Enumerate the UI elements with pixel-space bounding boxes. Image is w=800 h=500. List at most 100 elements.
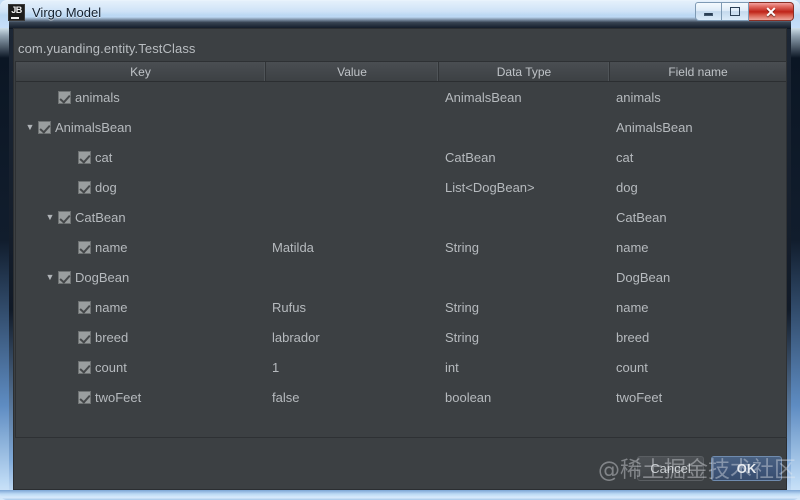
cell-key: count — [16, 352, 266, 382]
cell-field-name[interactable]: cat — [610, 142, 786, 172]
key-label: AnimalsBean — [55, 119, 132, 135]
key-label: name — [95, 239, 128, 255]
table-row[interactable]: name Matilda String name — [16, 232, 786, 262]
titlebar-title-group: JB Virgo Model — [8, 4, 101, 21]
row-checkbox[interactable] — [58, 90, 71, 104]
cell-value[interactable]: 1 — [266, 352, 439, 382]
maximize-button[interactable] — [722, 2, 749, 21]
row-checkbox[interactable] — [78, 330, 91, 344]
application-window: JB Virgo Model ✕ com.yuanding.entity.Tes… — [0, 0, 800, 500]
table-row[interactable]: animals AnimalsBean animals — [16, 82, 786, 112]
cell-data-type[interactable]: int — [439, 352, 610, 382]
key-label: twoFeet — [95, 389, 142, 405]
maximize-icon — [730, 7, 740, 16]
class-name-label: com.yuanding.entity.TestClass — [18, 41, 196, 56]
table-row[interactable]: breed labrador String breed — [16, 322, 786, 352]
close-button[interactable]: ✕ — [749, 2, 794, 21]
cell-key: twoFeet — [16, 382, 266, 412]
tree-expand-triangle-icon[interactable]: ▼ — [42, 212, 58, 222]
cell-value[interactable]: Rufus — [266, 292, 439, 322]
cell-value[interactable] — [266, 112, 439, 142]
key-label: breed — [95, 329, 129, 345]
cell-key: ▼ AnimalsBean — [16, 112, 266, 142]
cell-key: dog — [16, 172, 266, 202]
table-row[interactable]: cat CatBean cat — [16, 142, 786, 172]
column-header-field-name[interactable]: Field name — [610, 62, 786, 81]
key-label: cat — [95, 149, 113, 165]
window-controls: ✕ — [695, 2, 794, 21]
cell-value[interactable]: labrador — [266, 322, 439, 352]
table-row[interactable]: ▼ AnimalsBean AnimalsBean — [16, 112, 786, 142]
key-label: DogBean — [75, 269, 130, 285]
tree-expand-triangle-icon[interactable]: ▼ — [42, 272, 58, 282]
cell-field-name[interactable]: name — [610, 292, 786, 322]
cell-field-name[interactable]: DogBean — [610, 262, 786, 292]
table-row[interactable]: dog List<DogBean> dog — [16, 172, 786, 202]
column-header-value[interactable]: Value — [266, 62, 439, 81]
window-border-right — [791, 28, 800, 500]
cell-data-type[interactable] — [439, 112, 610, 142]
window-border-left — [0, 28, 9, 500]
table-body: animals AnimalsBean animals ▼ AnimalsBean Ani… — [16, 82, 786, 412]
cell-field-name[interactable]: CatBean — [610, 202, 786, 232]
cell-key: breed — [16, 322, 266, 352]
column-header-key[interactable]: Key — [16, 62, 266, 81]
cell-data-type[interactable]: boolean — [439, 382, 610, 412]
tree-expand-triangle-icon[interactable]: ▼ — [22, 122, 38, 132]
cell-value[interactable] — [266, 262, 439, 292]
table-row[interactable]: name Rufus String name — [16, 292, 786, 322]
cell-field-name[interactable]: count — [610, 352, 786, 382]
cell-value[interactable] — [266, 142, 439, 172]
cell-field-name[interactable]: breed — [610, 322, 786, 352]
cell-key: animals — [16, 82, 266, 112]
row-checkbox[interactable] — [78, 150, 91, 164]
table-row[interactable]: ▼ DogBean DogBean — [16, 262, 786, 292]
cell-data-type[interactable]: String — [439, 232, 610, 262]
cell-field-name[interactable]: AnimalsBean — [610, 112, 786, 142]
table-row[interactable]: twoFeet false boolean twoFeet — [16, 382, 786, 412]
dialog-content: com.yuanding.entity.TestClass Key Value … — [13, 28, 787, 490]
cell-field-name[interactable]: dog — [610, 172, 786, 202]
cell-data-type[interactable] — [439, 202, 610, 232]
cell-value[interactable]: Matilda — [266, 232, 439, 262]
cell-data-type[interactable]: List<DogBean> — [439, 172, 610, 202]
row-checkbox[interactable] — [78, 360, 91, 374]
row-checkbox[interactable] — [78, 240, 91, 254]
cell-value[interactable] — [266, 172, 439, 202]
window-title: Virgo Model — [32, 5, 102, 20]
row-checkbox[interactable] — [78, 390, 91, 404]
column-header-data-type[interactable]: Data Type — [439, 62, 610, 81]
window-titlebar[interactable]: JB Virgo Model ✕ — [0, 0, 800, 29]
minimize-icon — [704, 13, 713, 16]
close-icon: ✕ — [765, 3, 777, 20]
ok-button[interactable]: OK — [711, 456, 782, 481]
table-row[interactable]: ▼ CatBean CatBean — [16, 202, 786, 232]
key-label: dog — [95, 179, 117, 195]
row-checkbox[interactable] — [58, 270, 71, 284]
cell-data-type[interactable]: AnimalsBean — [439, 82, 610, 112]
row-checkbox[interactable] — [78, 180, 91, 194]
key-label: CatBean — [75, 209, 126, 225]
key-label: animals — [75, 89, 120, 105]
cell-field-name[interactable]: twoFeet — [610, 382, 786, 412]
row-checkbox[interactable] — [58, 210, 71, 224]
cell-key: name — [16, 292, 266, 322]
cell-data-type[interactable]: String — [439, 322, 610, 352]
row-checkbox[interactable] — [78, 300, 91, 314]
cell-data-type[interactable] — [439, 262, 610, 292]
table-header-row: Key Value Data Type Field name — [16, 62, 786, 82]
cell-key: ▼ DogBean — [16, 262, 266, 292]
window-border-bottom — [0, 490, 800, 500]
row-checkbox[interactable] — [38, 120, 51, 134]
cell-field-name[interactable]: name — [610, 232, 786, 262]
cell-value[interactable] — [266, 202, 439, 232]
cell-value[interactable] — [266, 82, 439, 112]
cell-field-name[interactable]: animals — [610, 82, 786, 112]
cell-value[interactable]: false — [266, 382, 439, 412]
cell-data-type[interactable]: String — [439, 292, 610, 322]
cell-key: cat — [16, 142, 266, 172]
table-row[interactable]: count 1 int count — [16, 352, 786, 382]
cell-data-type[interactable]: CatBean — [439, 142, 610, 172]
minimize-button[interactable] — [695, 2, 722, 21]
cancel-button[interactable]: Cancel — [637, 456, 704, 481]
